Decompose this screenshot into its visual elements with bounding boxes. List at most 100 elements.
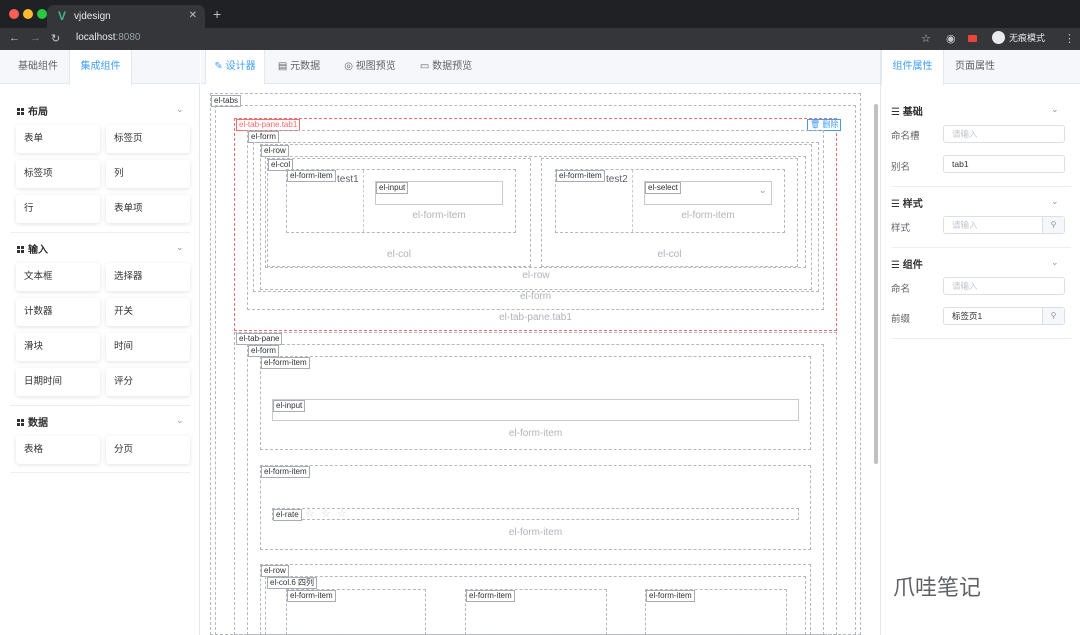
component-select[interactable]: 选择器 [106,263,190,291]
close-window-button[interactable] [9,9,19,19]
section-style[interactable]: ☰ 样式 [891,195,923,210]
section-layout[interactable]: 布局 [17,103,48,118]
grid-icon [17,419,24,426]
back-icon[interactable]: ← [9,32,20,44]
component-form[interactable]: 表单 [16,125,100,153]
chevron-down-icon[interactable]: ⌄ [759,185,767,196]
field-test1-label: test1 [337,174,359,185]
section-basic[interactable]: ☰ 基础 [891,103,923,118]
tab-basic-components[interactable]: 基础组件 [8,50,68,84]
minimize-window-button[interactable] [23,9,33,19]
input-2-label: el-input [273,400,306,412]
divider [10,472,190,473]
bookmark-star-icon[interactable]: ☆ [921,32,931,45]
watermark: 爪哇笔记 [893,576,982,601]
star-icon[interactable]: ☆ [305,507,315,520]
chevron-down-icon[interactable]: ⌄ [176,104,184,115]
component-time[interactable]: 时间 [106,333,190,361]
browser-tab[interactable]: V vjdesign ✕ [47,5,205,28]
chevron-down-icon[interactable]: ⌄ [1051,257,1059,268]
component-col[interactable]: 列 [106,160,190,188]
section-component[interactable]: ☰ 组件 [891,256,923,271]
extension-eye-icon[interactable]: ◉ [946,32,956,45]
component-tab-pane[interactable]: 标签项 [16,160,100,188]
form-item-4-watermark: el-form-item [508,527,563,538]
property-panel: 组件属性 页面属性 ☰ 基础 ⌄ 命名槽 请输入 别名 tab1 ☰ 样式 ⌄ … [880,50,1080,635]
component-tabs-item[interactable]: 标签页 [106,125,190,153]
grid-icon [17,246,24,253]
form-item-1-watermark: el-form-item [412,210,466,221]
style-input[interactable]: 请输入 ⚲ [943,216,1065,234]
extension-red-icon[interactable] [968,35,977,42]
alias-input[interactable]: tab1 [943,155,1065,173]
component-switch[interactable]: 开关 [106,298,190,326]
browser-menu-icon[interactable]: ⋮ [1064,32,1075,45]
field-divider [632,170,633,232]
chevron-down-icon[interactable]: ⌄ [1051,104,1059,115]
edit-prefix-icon[interactable]: ⚲ [1042,308,1064,324]
slot-name-input[interactable]: 请输入 [943,125,1065,143]
close-tab-icon[interactable]: ✕ [189,10,197,21]
col-q1-form-item-label: el-form-item [287,590,336,602]
component-row[interactable]: 行 [16,195,100,223]
style-input-placeholder: 请输入 [952,220,978,230]
chevron-down-icon[interactable]: ⌄ [176,415,184,426]
section-input-title: 输入 [28,245,48,256]
section-basic-title: 基础 [902,107,923,118]
tab-data-preview[interactable]: ▭ 数据预览 [413,50,479,84]
chevron-down-icon[interactable]: ⌄ [1051,196,1059,207]
delete-label: 删除 [822,120,839,129]
incognito-indicator[interactable]: 无痕模式 [992,31,1045,45]
tab-metadata[interactable]: ▤ 元数据 [271,50,327,84]
tab-view-preview-label: 视图预览 [355,61,396,72]
section-input[interactable]: 输入 [17,241,48,256]
url-port: :8080 [115,32,141,43]
component-rate[interactable]: 评分 [106,368,190,396]
slot-name-label: 命名槽 [891,131,920,142]
tab-component-props[interactable]: 组件属性 [881,50,944,85]
rate-box[interactable] [272,508,799,520]
star-icon[interactable]: ☆ [337,507,347,520]
row-1-watermark: el-row [522,270,550,281]
tab-view-preview[interactable]: ◎ 视图预览 [337,50,403,84]
component-textbox[interactable]: 文本框 [16,263,100,291]
sliders-icon: ☰ [891,107,903,118]
component-counter[interactable]: 计数器 [16,298,100,326]
tab-page-props[interactable]: 页面属性 [945,50,1005,84]
forward-icon[interactable]: → [30,32,41,44]
tab-designer[interactable]: ✎ 设计器 [205,50,265,85]
component-datetime[interactable]: 日期时间 [16,368,100,396]
reload-icon[interactable]: ↻ [51,32,60,45]
form-item-3-label: el-form-item [261,357,310,369]
prefix-label: 前缀 [891,314,911,325]
select-label: el-select [645,182,681,194]
col-q2-form-item-label: el-form-item [466,590,515,602]
section-data[interactable]: 数据 [17,414,48,429]
chevron-down-icon[interactable]: ⌄ [176,242,184,253]
trash-icon: 🗑 [810,120,823,129]
canvas-scrollbar[interactable] [874,104,878,464]
tab-integrated-components[interactable]: 集成组件 [69,50,132,85]
component-form-item[interactable]: 表单项 [106,195,190,223]
design-panel: ✎ 设计器 ▤ 元数据 ◎ 视图预览 ▭ 数据预览 el-tabs el-tab… [201,50,880,635]
prefix-input-value: 标签页1 [952,311,983,321]
maximize-window-button[interactable] [37,9,47,19]
design-canvas[interactable]: el-tabs el-tab-pane.tab1 🗑 删除 el-form el… [201,84,880,635]
alias-label: 别名 [891,162,911,173]
divider [891,247,1071,248]
component-table[interactable]: 表格 [16,436,100,464]
input-field-2[interactable] [272,399,799,421]
component-pagination[interactable]: 分页 [106,436,190,464]
component-slider[interactable]: 滑块 [16,333,100,361]
section-component-title: 组件 [902,260,923,271]
section-style-title: 样式 [902,199,923,210]
edit-style-icon[interactable]: ⚲ [1042,217,1064,233]
col-quarter-label: el-col.6 四列 [267,577,318,589]
name-input[interactable]: 请输入 [943,277,1065,295]
address-bar[interactable]: localhost:8080 [76,32,141,43]
url-host: localhost [76,32,116,43]
prefix-input[interactable]: 标签页1 ⚲ [943,307,1065,325]
new-tab-button[interactable]: + [213,6,221,22]
star-icon[interactable]: ☆ [321,507,331,520]
property-tabs: 组件属性 页面属性 [881,50,1080,85]
